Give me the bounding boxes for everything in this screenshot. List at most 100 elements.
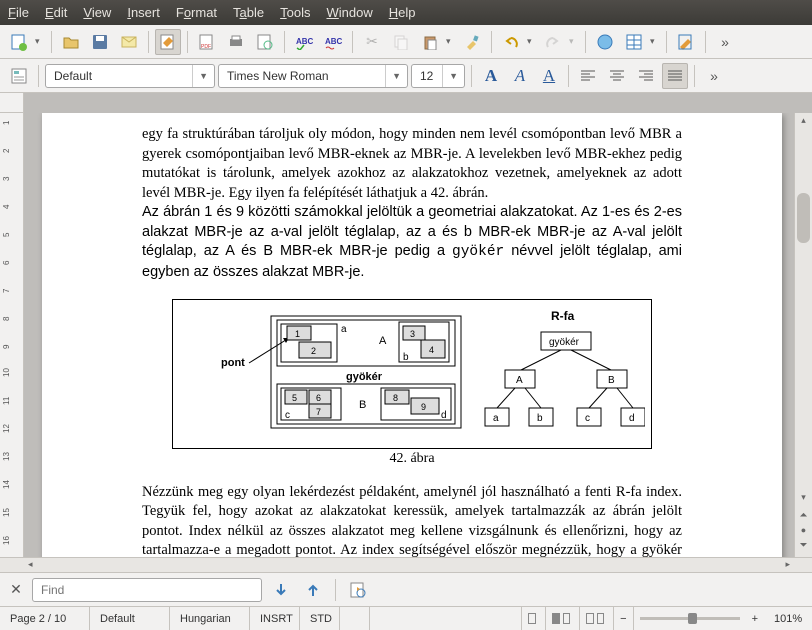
zoom-slider[interactable] bbox=[640, 617, 740, 620]
print-button[interactable] bbox=[223, 29, 249, 55]
find-next-button[interactable] bbox=[268, 577, 294, 603]
menu-file[interactable]: File bbox=[8, 5, 29, 20]
find-input[interactable] bbox=[32, 578, 262, 602]
zoom-in-button[interactable]: + bbox=[746, 607, 764, 630]
table-button[interactable] bbox=[621, 29, 647, 55]
paragraph: Az ábrán 1 és 9 közötti számokkal jelölt… bbox=[142, 203, 682, 282]
scroll-up-icon[interactable]: ▴ bbox=[795, 113, 812, 128]
find-prev-button[interactable] bbox=[300, 577, 326, 603]
status-insert-mode[interactable]: INSRT bbox=[250, 607, 300, 630]
align-left-button[interactable] bbox=[575, 63, 601, 89]
undo-button[interactable] bbox=[498, 29, 524, 55]
new-doc-button[interactable] bbox=[6, 29, 32, 55]
svg-text:b: b bbox=[403, 352, 409, 363]
font-size-value: 12 bbox=[420, 69, 433, 83]
align-center-button[interactable] bbox=[604, 63, 630, 89]
nav-prev-icon[interactable]: ⏶ bbox=[795, 510, 812, 521]
close-findbar-button[interactable]: ✕ bbox=[6, 580, 26, 600]
status-selection-mode[interactable]: STD bbox=[300, 607, 340, 630]
menu-help[interactable]: Help bbox=[389, 5, 416, 20]
formatting-toolbar: Default ▼ Times New Roman ▼ 12 ▼ A A A » bbox=[0, 59, 812, 93]
ruler-tick: 12 bbox=[2, 424, 11, 433]
menu-view[interactable]: View bbox=[83, 5, 111, 20]
svg-text:B: B bbox=[359, 399, 366, 411]
svg-text:6: 6 bbox=[316, 393, 321, 403]
svg-text:9: 9 bbox=[421, 402, 426, 412]
ruler-tick: 13 bbox=[2, 452, 11, 461]
ruler-corner bbox=[0, 93, 24, 113]
bold-button[interactable]: A bbox=[478, 63, 504, 89]
undo-dropdown[interactable]: ▾ bbox=[527, 36, 537, 47]
svg-text:3: 3 bbox=[410, 329, 415, 339]
scroll-left-icon[interactable]: ◂ bbox=[24, 558, 37, 572]
vertical-scrollbar[interactable]: ▴ ▾ ⏶ ● ⏷ bbox=[794, 113, 812, 557]
underline-button[interactable]: A bbox=[536, 63, 562, 89]
statusbar: Page 2 / 10 Default Hungarian INSRT STD … bbox=[0, 606, 812, 630]
menu-tools[interactable]: Tools bbox=[280, 5, 310, 20]
table-dropdown[interactable]: ▾ bbox=[650, 36, 660, 47]
toolbar2-more-button[interactable]: » bbox=[701, 63, 727, 89]
italic-button[interactable]: A bbox=[507, 63, 533, 89]
format-paintbrush-button[interactable] bbox=[459, 29, 485, 55]
save-button[interactable] bbox=[87, 29, 113, 55]
menu-window[interactable]: Window bbox=[327, 5, 373, 20]
zoom-value[interactable]: 101% bbox=[764, 607, 812, 630]
new-doc-dropdown[interactable]: ▾ bbox=[35, 36, 45, 47]
status-style[interactable]: Default bbox=[90, 607, 170, 630]
scroll-right-icon[interactable]: ▸ bbox=[781, 558, 794, 572]
edit-mode-button[interactable] bbox=[155, 29, 181, 55]
view-book-button[interactable] bbox=[580, 607, 614, 630]
svg-text:c: c bbox=[585, 413, 590, 424]
paste-button[interactable] bbox=[417, 29, 443, 55]
toolbar-more-button[interactable]: » bbox=[712, 29, 738, 55]
view-single-button[interactable] bbox=[522, 607, 546, 630]
align-right-button[interactable] bbox=[633, 63, 659, 89]
scroll-down-icon[interactable]: ▾ bbox=[795, 492, 812, 503]
status-page[interactable]: Page 2 / 10 bbox=[0, 607, 90, 630]
find-replace-button[interactable] bbox=[345, 577, 371, 603]
menu-edit[interactable]: Edit bbox=[45, 5, 67, 20]
fig-label-pont: pont bbox=[221, 357, 245, 369]
styles-window-button[interactable] bbox=[6, 63, 32, 89]
ruler-tick: 14 bbox=[2, 480, 11, 489]
copy-button[interactable] bbox=[388, 29, 414, 55]
paragraph-style-combo[interactable]: Default ▼ bbox=[45, 64, 215, 88]
align-justify-button[interactable] bbox=[662, 63, 688, 89]
hyperlink-button[interactable] bbox=[592, 29, 618, 55]
ruler-tick: 9 bbox=[2, 345, 11, 349]
menu-insert[interactable]: Insert bbox=[127, 5, 160, 20]
svg-text:a: a bbox=[493, 413, 499, 424]
open-button[interactable] bbox=[58, 29, 84, 55]
horizontal-scrollbar[interactable]: ◂ ▸ bbox=[0, 557, 812, 572]
status-language[interactable]: Hungarian bbox=[170, 607, 250, 630]
fig-label-gyoker: gyökér bbox=[346, 371, 383, 383]
vertical-ruler[interactable]: 12345678910111213141516 bbox=[0, 113, 24, 557]
menu-format[interactable]: Format bbox=[176, 5, 217, 20]
redo-button[interactable] bbox=[540, 29, 566, 55]
font-size-combo[interactable]: 12 ▼ bbox=[411, 64, 465, 88]
dropdown-arrow-icon: ▼ bbox=[442, 65, 460, 87]
menu-table[interactable]: Table bbox=[233, 5, 264, 20]
auto-spellcheck-button[interactable]: ABC bbox=[320, 29, 346, 55]
document-area[interactable]: egy fa struktúrában tároljuk oly módon, … bbox=[24, 113, 794, 557]
svg-text:4: 4 bbox=[429, 345, 434, 355]
nav-ball-icon[interactable]: ● bbox=[795, 525, 812, 535]
font-name-combo[interactable]: Times New Roman ▼ bbox=[218, 64, 408, 88]
email-button[interactable] bbox=[116, 29, 142, 55]
scroll-thumb[interactable] bbox=[797, 193, 810, 243]
redo-dropdown[interactable]: ▾ bbox=[569, 36, 579, 47]
svg-text:a: a bbox=[341, 324, 347, 335]
show-draw-button[interactable] bbox=[673, 29, 699, 55]
zoom-out-button[interactable]: − bbox=[614, 607, 633, 630]
spellcheck-button[interactable]: ABC bbox=[291, 29, 317, 55]
status-signature[interactable] bbox=[340, 607, 370, 630]
export-pdf-button[interactable]: PDF bbox=[194, 29, 220, 55]
cut-button[interactable]: ✂ bbox=[359, 29, 385, 55]
nav-next-icon[interactable]: ⏷ bbox=[795, 540, 812, 551]
zoom-thumb[interactable] bbox=[688, 613, 697, 624]
paste-dropdown[interactable]: ▾ bbox=[446, 36, 456, 47]
figure: pont gyökér A a bbox=[172, 299, 652, 467]
view-multi-button[interactable] bbox=[546, 607, 580, 630]
preview-button[interactable] bbox=[252, 29, 278, 55]
svg-text:7: 7 bbox=[316, 407, 321, 417]
